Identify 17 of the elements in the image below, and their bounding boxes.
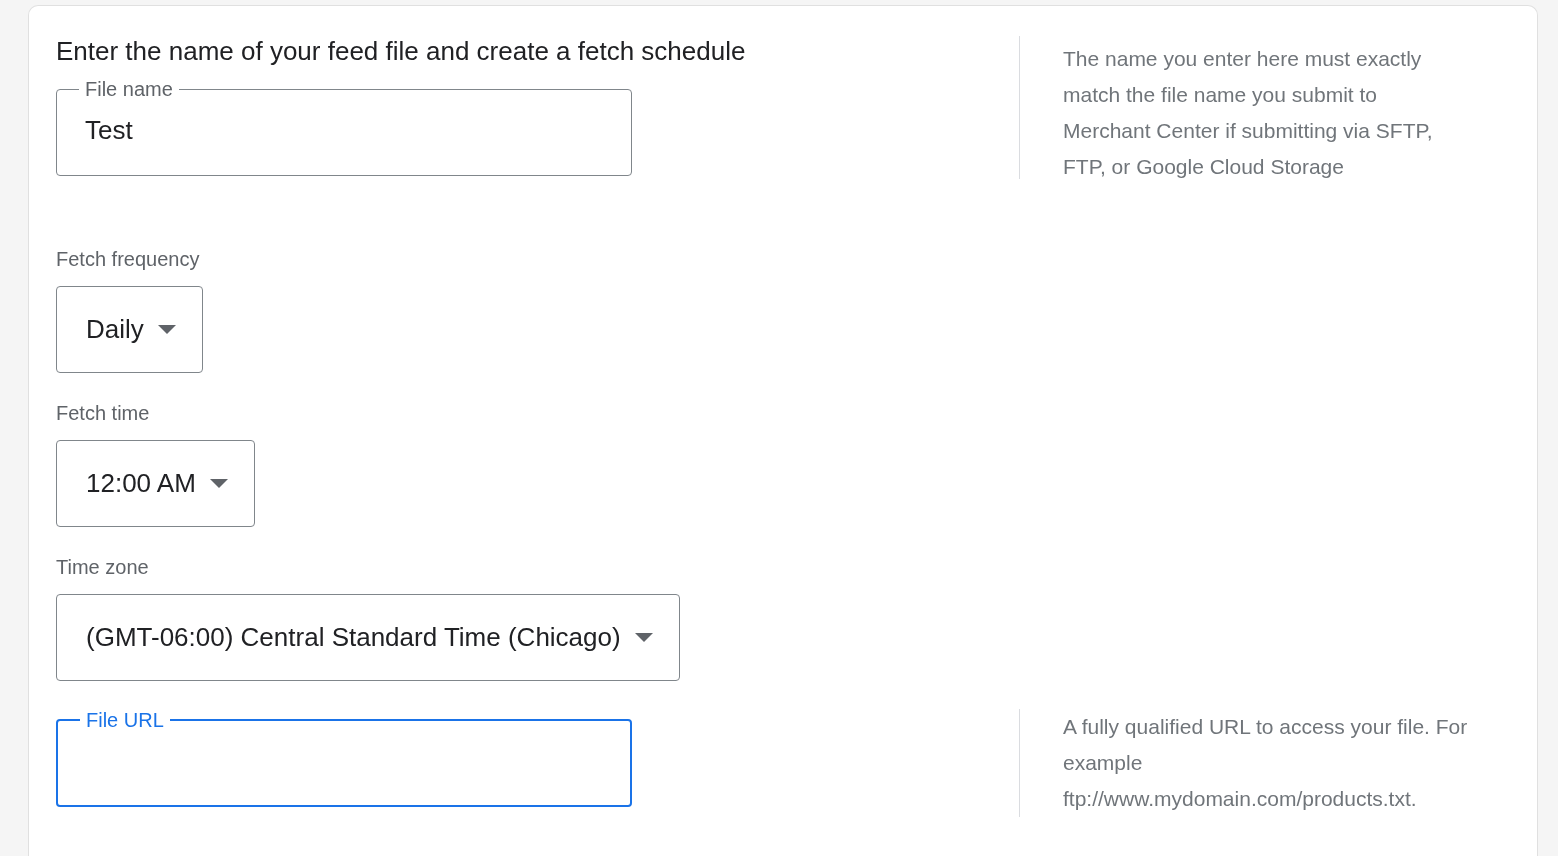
caret-icon — [209, 479, 228, 488]
field-value: Test — [85, 115, 133, 145]
field-label: File URL — [85, 709, 165, 731]
dropdown[interactable]: (GMT-06:00) Central Standard Time (Chicago) — [56, 594, 680, 681]
text-field[interactable]: File URL — [56, 709, 632, 807]
help-text: A fully qualified URL to access your file. For example ftp://www.mydomain.com/products.txt. — [1063, 714, 1468, 812]
dropdown[interactable]: Daily — [56, 286, 203, 373]
field-label: File name — [84, 78, 174, 100]
caret-icon — [157, 325, 176, 334]
form-heading: Enter the name of your feed file and create a fetch schedule — [56, 36, 747, 66]
help-text: The name you enter here must exactly match the file name you submit to Merchant Center if submitting via SFTP, FTP, or Google Cloud Storage — [1063, 46, 1434, 180]
caret-icon — [634, 633, 653, 642]
field-label: Fetch frequency — [56, 247, 201, 271]
text-field[interactable]: File name Test — [56, 78, 632, 176]
dropdown[interactable]: 12:00 AM — [56, 440, 255, 527]
field-label: Fetch time — [56, 401, 151, 425]
field-label: Time zone — [56, 555, 150, 579]
